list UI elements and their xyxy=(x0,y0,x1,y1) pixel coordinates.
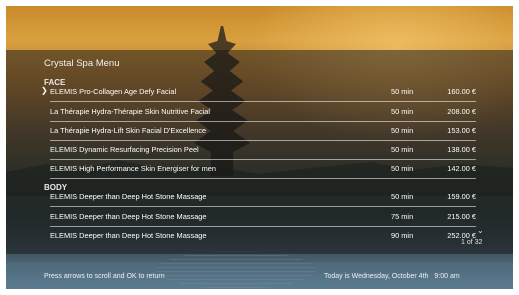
footer-datetime: Today is Wednesday, October 4th 9:00 am xyxy=(324,273,460,280)
item-name: ELEMIS Deeper than Deep Hot Stone Massag… xyxy=(50,231,207,240)
item-duration: 50 min xyxy=(391,145,414,154)
list-item[interactable]: La Thérapie Hydra-Thérapie Skin Nutritiv… xyxy=(44,104,476,122)
item-price: 138.00 € xyxy=(447,145,476,154)
item-name: ELEMIS Deeper than Deep Hot Stone Massag… xyxy=(50,212,207,221)
chevron-right-icon: ❯ xyxy=(41,86,48,95)
item-price: 153.00 € xyxy=(447,126,476,135)
list-item[interactable]: ELEMIS Deeper than Deep Hot Stone Massag… xyxy=(44,189,476,207)
row-divider xyxy=(50,121,476,122)
item-duration: 90 min xyxy=(391,231,414,240)
row-divider xyxy=(50,206,476,207)
item-name: ELEMIS Deeper than Deep Hot Stone Massag… xyxy=(50,192,207,201)
menu-title: Crystal Spa Menu xyxy=(44,58,120,69)
row-divider xyxy=(50,226,476,227)
item-name: ELEMIS High Performance Skin Energiser f… xyxy=(50,164,216,173)
item-duration: 75 min xyxy=(391,212,414,221)
tv-screen: Crystal Spa Menu FACE ❯ ELEMIS Pro-Colla… xyxy=(6,6,513,289)
footer-time: 9:00 am xyxy=(434,273,460,280)
row-divider xyxy=(50,178,476,179)
item-price: 215.00 € xyxy=(447,212,476,221)
footer-date: Today is Wednesday, October 4th xyxy=(324,273,429,280)
item-price: 142.00 € xyxy=(447,164,476,173)
item-duration: 50 min xyxy=(391,192,414,201)
item-price: 160.00 € xyxy=(447,87,476,96)
item-price: 208.00 € xyxy=(447,107,476,116)
row-divider xyxy=(50,101,476,102)
menu-list[interactable]: FACE ❯ ELEMIS Pro-Collagen Age Defy Faci… xyxy=(6,76,513,240)
item-duration: 50 min xyxy=(391,87,414,96)
item-name: La Thérapie Hydra-Thérapie Skin Nutritiv… xyxy=(50,107,211,116)
row-divider xyxy=(50,140,476,141)
list-item[interactable]: ELEMIS Deeper than Deep Hot Stone Massag… xyxy=(44,228,476,240)
page-indicator: 1 of 32 xyxy=(461,239,483,246)
list-item[interactable]: ELEMIS High Performance Skin Energiser f… xyxy=(44,161,476,179)
item-name: La Thérapie Hydra-Lift Skin Facial D'Exc… xyxy=(50,126,207,135)
list-item[interactable]: ELEMIS Dynamic Resurfacing Precision Pee… xyxy=(44,142,476,160)
list-item[interactable]: ELEMIS Deeper than Deep Hot Stone Massag… xyxy=(44,209,476,227)
item-name: ELEMIS Dynamic Resurfacing Precision Pee… xyxy=(50,145,199,154)
chevron-down-icon[interactable]: ⌄ xyxy=(477,226,484,235)
item-duration: 50 min xyxy=(391,126,414,135)
list-item[interactable]: ❯ ELEMIS Pro-Collagen Age Defy Facial 50… xyxy=(41,84,476,102)
item-price: 159.00 € xyxy=(447,192,476,201)
item-duration: 50 min xyxy=(391,107,414,116)
footer-hint: Press arrows to scroll and OK to return xyxy=(44,273,165,280)
item-duration: 50 min xyxy=(391,164,414,173)
row-divider xyxy=(50,159,476,160)
item-name: ELEMIS Pro-Collagen Age Defy Facial xyxy=(50,87,177,96)
list-item[interactable]: La Thérapie Hydra-Lift Skin Facial D'Exc… xyxy=(44,123,476,141)
